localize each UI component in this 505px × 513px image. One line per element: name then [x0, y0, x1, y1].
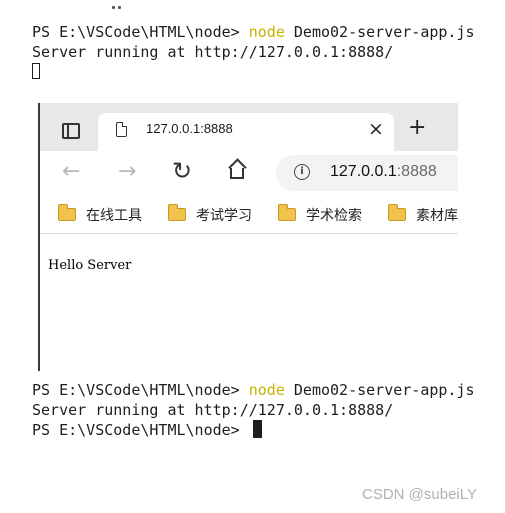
home-icon[interactable]	[230, 168, 244, 179]
url-host: 127.0.0.1	[330, 163, 397, 180]
refresh-icon[interactable]: ↻	[172, 157, 192, 185]
folder-icon	[277, 204, 296, 221]
terminal-prompt: PS E:\VSCode\HTML\node>	[32, 421, 249, 439]
page-content: Hello Server	[38, 234, 458, 371]
terminal-line[interactable]: PS E:\VSCode\HTML\node>	[32, 420, 262, 440]
terminal-cursor	[32, 63, 40, 79]
url-text[interactable]: 127.0.0.1:8888	[330, 163, 437, 181]
terminal-output: Server running at http://127.0.0.1:8888/	[32, 401, 394, 419]
terminal-command: node	[248, 381, 285, 399]
terminal-prompt: PS E:\VSCode\HTML\node>	[32, 23, 249, 41]
bookmark-label: 素材库	[416, 208, 458, 224]
folder-icon	[57, 204, 76, 221]
new-tab-button[interactable]: +	[408, 115, 426, 140]
bookmark-label: 学术检索	[306, 208, 362, 224]
folder-icon	[167, 204, 186, 221]
back-icon[interactable]: ←	[62, 159, 80, 184]
close-icon[interactable]: ×	[368, 118, 384, 140]
scrolled-text-fragment	[112, 6, 122, 9]
browser-window: 127.0.0.1:8888 × + ← → ↻ i 127.0.0.1:888…	[38, 103, 458, 371]
tab-strip: 127.0.0.1:8888 × +	[38, 103, 458, 151]
window-edge	[38, 103, 40, 371]
page-body-text: Hello Server	[48, 258, 132, 273]
page-icon	[116, 122, 127, 137]
terminal-line: PS E:\VSCode\HTML\node> node Demo02-serv…	[32, 22, 475, 42]
terminal-cursor	[252, 420, 262, 438]
terminal-line: PS E:\VSCode\HTML\node> node Demo02-serv…	[32, 380, 475, 400]
browser-tab[interactable]: 127.0.0.1:8888 ×	[98, 113, 394, 151]
terminal-prompt: PS E:\VSCode\HTML\node>	[32, 381, 249, 399]
browser-toolbar: ← → ↻ i 127.0.0.1:8888	[38, 151, 458, 197]
terminal-args: Demo02-server-app.js	[284, 23, 475, 41]
bookmark-label: 在线工具	[86, 208, 142, 224]
url-port: :8888	[396, 163, 437, 180]
bookmark-label: 考试学习	[196, 208, 252, 224]
forward-icon[interactable]: →	[118, 159, 136, 184]
terminal-output: Server running at http://127.0.0.1:8888/	[32, 43, 394, 61]
info-icon[interactable]: i	[294, 164, 310, 180]
tab-title: 127.0.0.1:8888	[146, 121, 233, 136]
sidebar-toggle-icon[interactable]	[62, 123, 80, 139]
folder-icon	[387, 204, 406, 221]
watermark: CSDN @subeiLY	[362, 486, 477, 503]
terminal-command: node	[248, 23, 285, 41]
address-bar[interactable]: i 127.0.0.1:8888	[276, 155, 458, 191]
terminal-args: Demo02-server-app.js	[284, 381, 475, 399]
bookmarks-bar: 在线工具 考试学习 学术检索 素材库	[38, 197, 458, 234]
